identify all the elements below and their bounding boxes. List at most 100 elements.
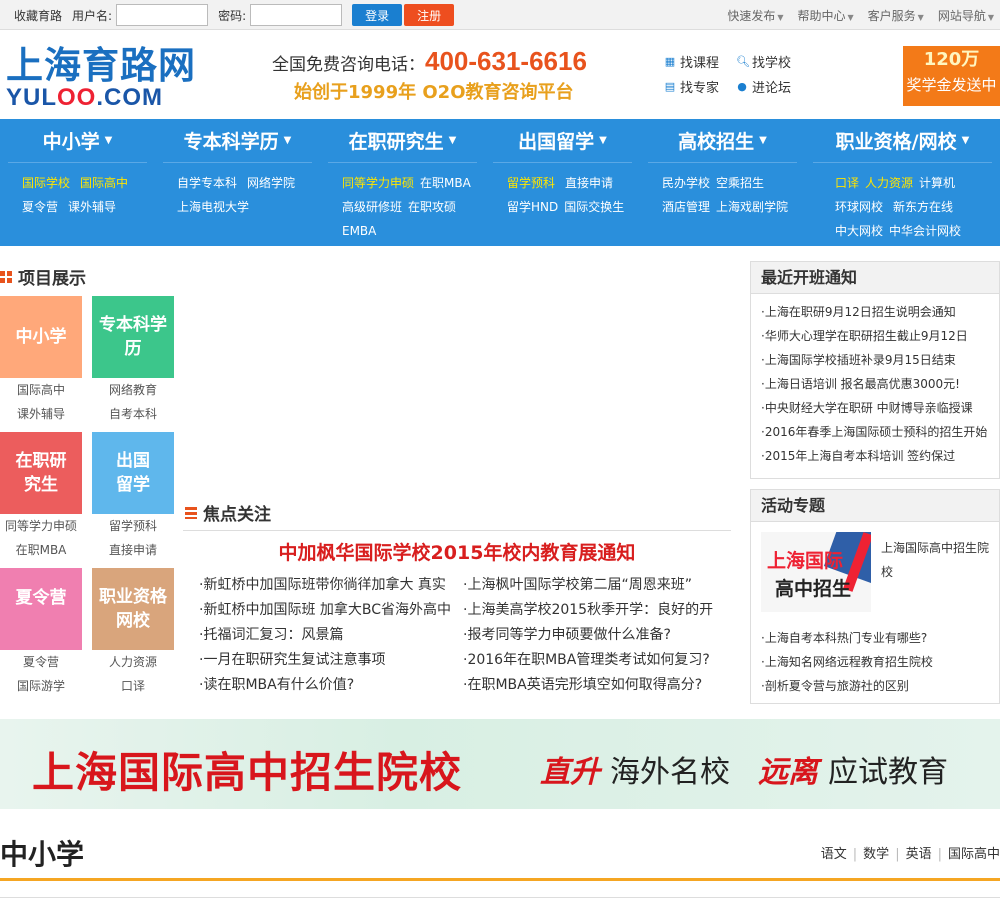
notice-item[interactable]: ·上海日语培训 报名最高优惠3000元!: [761, 372, 999, 396]
nav-title-degree[interactable]: 专本科学历 ▼: [163, 119, 312, 163]
scholarship-badge[interactable]: 120万 奖学金发送中: [903, 46, 1000, 106]
nav-link[interactable]: 环球网校: [835, 200, 883, 214]
nav-link[interactable]: 上海戏剧学院: [716, 200, 788, 214]
tile-sub-link[interactable]: 自考本科: [92, 402, 174, 426]
notice-item[interactable]: ·2015年上海自考本科培训 签约保过: [761, 444, 999, 468]
nav-link[interactable]: 中华会计网校: [889, 224, 961, 238]
chevron-down-icon: ▼: [104, 135, 113, 146]
nav-link[interactable]: 中大网校: [835, 224, 883, 238]
site-nav-menu[interactable]: 网站导航 ▼: [938, 7, 994, 24]
find-course-link[interactable]: ▦ 找课程: [664, 52, 736, 71]
nav-title-abroad[interactable]: 出国留学 ▼: [493, 119, 632, 163]
forum-link[interactable]: ● 进论坛: [736, 77, 806, 96]
help-center-menu[interactable]: 帮助中心 ▼: [797, 7, 853, 24]
nav-link[interactable]: 新东方在线: [893, 200, 953, 214]
nav-link[interactable]: 国际学校: [22, 176, 70, 190]
find-school-link[interactable]: 🔍︎ 找学校: [736, 52, 806, 71]
nav-link[interactable]: EMBA: [342, 224, 376, 238]
tile-sub-link[interactable]: 国际高中: [0, 378, 82, 402]
username-input[interactable]: [116, 4, 209, 26]
nav-link[interactable]: 自学专本科: [177, 176, 237, 190]
nav-title-k12[interactable]: 中小学 ▼: [8, 119, 147, 163]
event-item[interactable]: ·上海知名网络远程教育招生院校: [761, 650, 933, 674]
nav-link[interactable]: 同等学力申硕: [342, 176, 414, 190]
nav-link[interactable]: 上海电视大学: [177, 200, 249, 214]
news-item[interactable]: ·新虹桥中加国际班 加拿大BC省海外高中: [199, 598, 457, 623]
chevron-down-icon: ▼: [917, 12, 924, 22]
notice-item[interactable]: ·2016年春季上海国际硕士预科的招生开始: [761, 420, 999, 444]
tile-sub-link[interactable]: 同等学力申硕: [0, 514, 82, 538]
main-nav: 中小学 ▼ 国际学校 国际高中 夏令营 课外辅导 专本科学历 ▼ 自学专本科 网络学院 上…: [0, 119, 1000, 246]
news-item[interactable]: ·2016年在职MBA管理类考试如何复习?: [463, 648, 725, 673]
nav-link[interactable]: 在职MBA: [420, 176, 471, 190]
tile-camp[interactable]: 夏令营: [0, 568, 82, 650]
news-item[interactable]: ·托福词汇复习：风景篇: [199, 623, 457, 648]
promo-image[interactable]: 上海国际 高中招生: [761, 532, 871, 612]
bookmark-link[interactable]: 收藏育路: [14, 7, 62, 24]
nav-link[interactable]: 网络学院: [247, 176, 295, 190]
site-logo[interactable]: 上海育路网 YULOO.COM: [6, 46, 196, 110]
notice-item[interactable]: ·上海在职研9月12日招生说明会通知: [761, 300, 999, 324]
nav-link[interactable]: 民办学校: [662, 176, 710, 190]
tile-sub-link[interactable]: 直接申请: [92, 538, 174, 562]
nav-link[interactable]: 夏令营: [22, 200, 58, 214]
login-button[interactable]: 登录: [352, 4, 403, 26]
news-item[interactable]: ·新虹桥中加国际班带你徜徉加拿大 真实: [199, 573, 457, 598]
notice-item[interactable]: ·华师大心理学在职研招生截止9月12日: [761, 324, 999, 348]
tile-sub-link[interactable]: 口译: [92, 674, 174, 698]
focus-divider: [183, 530, 731, 531]
promo-text[interactable]: 上海国际高中招生院校: [881, 536, 991, 584]
nav-link[interactable]: 高级研修班: [342, 200, 402, 214]
tile-abroad[interactable]: 出国留学: [92, 432, 174, 514]
customer-service-menu[interactable]: 客户服务 ▼: [868, 7, 924, 24]
nav-link[interactable]: 留学预科: [507, 176, 555, 190]
focus-headline[interactable]: 中加枫华国际学校2015年校内教育展通知: [183, 538, 731, 565]
find-expert-link[interactable]: ▤ 找专家: [664, 77, 736, 96]
tile-k12[interactable]: 中小学: [0, 296, 82, 378]
nav-link[interactable]: 口译: [835, 176, 859, 190]
tile-sub-link[interactable]: 国际游学: [0, 674, 82, 698]
quick-publish-menu[interactable]: 快速发布 ▼: [727, 7, 783, 24]
focus-list-right: ·上海枫叶国际学校第二届“周恩来班” ·上海美高学校2015秋季开学：良好的开 …: [463, 573, 725, 698]
nav-link[interactable]: 计算机: [919, 176, 955, 190]
promo-image-line1: 上海国际: [767, 550, 844, 572]
nav-link[interactable]: 留学HND: [507, 200, 558, 214]
tile-sub-link[interactable]: 留学预科: [92, 514, 174, 538]
register-button[interactable]: 注册: [404, 4, 455, 26]
notice-item[interactable]: ·中央财经大学在职研 中财博导亲临授课: [761, 396, 999, 420]
news-item[interactable]: ·在职MBA英语完形填空如何取得高分?: [463, 673, 725, 698]
news-item[interactable]: ·一月在职研究生复试注意事项: [199, 648, 457, 673]
news-item[interactable]: ·报考同等学力申硕要做什么准备?: [463, 623, 725, 648]
section-link[interactable]: 英语: [906, 847, 932, 862]
nav-link[interactable]: 课外辅导: [68, 200, 116, 214]
section-link[interactable]: 语文: [821, 847, 847, 862]
nav-link[interactable]: 直接申请: [565, 176, 613, 190]
tile-degree[interactable]: 专本科学历: [92, 296, 174, 378]
tile-sub-link[interactable]: 网络教育: [92, 378, 174, 402]
nav-title-grad[interactable]: 在职研究生 ▼: [328, 119, 477, 163]
section-link[interactable]: 国际高中: [948, 847, 1000, 862]
event-item[interactable]: ·上海自考本科热门专业有哪些?: [761, 626, 933, 650]
tile-sub-link[interactable]: 课外辅导: [0, 402, 82, 426]
nav-link[interactable]: 空乘招生: [716, 176, 764, 190]
tile-vocational[interactable]: 职业资格网校: [92, 568, 174, 650]
tile-grad[interactable]: 在职研究生: [0, 432, 82, 514]
password-input[interactable]: [250, 4, 343, 26]
nav-title-college[interactable]: 高校招生 ▼: [648, 119, 797, 163]
tile-sub-link[interactable]: 在职MBA: [0, 538, 82, 562]
notice-item[interactable]: ·上海国际学校插班补录9月15日结束: [761, 348, 999, 372]
nav-title-vocational[interactable]: 职业资格/网校 ▼: [813, 119, 992, 163]
nav-link[interactable]: 国际交换生: [564, 200, 624, 214]
news-item[interactable]: ·读在职MBA有什么价值?: [199, 673, 457, 698]
event-item[interactable]: ·剖析夏令营与旅游社的区别: [761, 674, 933, 698]
promo-banner[interactable]: 上海国际高中招生院校 直升 海外名校 远离 应试教育: [0, 719, 1000, 809]
news-item[interactable]: ·上海美高学校2015秋季开学：良好的开: [463, 598, 725, 623]
news-item[interactable]: ·上海枫叶国际学校第二届“周恩来班”: [463, 573, 725, 598]
nav-link[interactable]: 酒店管理: [662, 200, 710, 214]
tile-sub-link[interactable]: 人力资源: [92, 650, 174, 674]
tile-sub-link[interactable]: 夏令营: [0, 650, 82, 674]
nav-link[interactable]: 人力资源: [865, 176, 913, 190]
nav-link[interactable]: 在职攻硕: [408, 200, 456, 214]
section-link[interactable]: 数学: [863, 847, 889, 862]
nav-link[interactable]: 国际高中: [80, 176, 128, 190]
